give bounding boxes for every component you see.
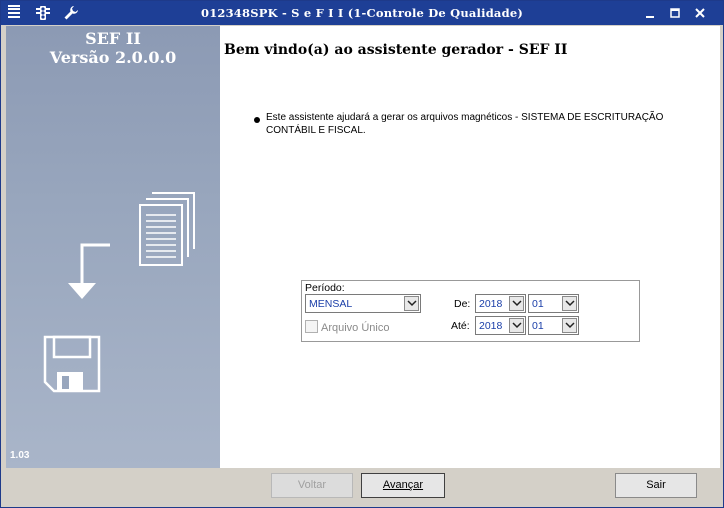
arrow-down-left-icon <box>66 243 112 304</box>
chevron-down-icon[interactable] <box>404 296 419 311</box>
from-year-value: 2018 <box>479 298 503 310</box>
to-month-value: 01 <box>532 320 544 332</box>
single-file-label: Arquivo Único <box>321 322 390 334</box>
product-version: Versão 2.0.0.0 <box>49 48 177 67</box>
single-file-checkbox[interactable] <box>305 320 318 333</box>
to-year-select[interactable]: 2018 <box>475 316 526 335</box>
to-month-select[interactable]: 01 <box>528 316 579 335</box>
period-type-select[interactable]: MENSAL <box>305 294 421 313</box>
from-month-select[interactable]: 01 <box>528 294 579 313</box>
chevron-down-icon[interactable] <box>509 296 524 311</box>
next-button-label: Avançar <box>382 479 424 491</box>
to-year-value: 2018 <box>479 320 503 332</box>
next-button[interactable]: Avançar <box>361 473 445 498</box>
period-label: Período: <box>305 282 345 294</box>
build-number: 1.03 <box>10 450 30 461</box>
window-title: 012348SPK - S e F I I (1-Controle De Qua… <box>201 6 523 20</box>
product-name: SEF II <box>85 29 141 48</box>
period-type-value: MENSAL <box>309 298 353 310</box>
floppy-disk-icon <box>42 334 102 397</box>
minimize-icon[interactable] <box>642 5 658 21</box>
from-year-select[interactable]: 2018 <box>475 294 526 313</box>
description-text: Este assistente ajudará a gerar os arqui… <box>266 112 664 136</box>
chevron-down-icon[interactable] <box>562 318 577 333</box>
page-title: Bem vindo(a) ao assistente gerador - SEF… <box>224 42 568 58</box>
maximize-icon[interactable] <box>667 5 683 21</box>
exit-button[interactable]: Sair <box>615 473 697 498</box>
title-bar: 012348SPK - S e F I I (1-Controle De Qua… <box>1 1 723 25</box>
documents-icon <box>136 191 198 270</box>
period-group: Período: MENSAL Arquivo Único De: 2018 0… <box>301 280 640 342</box>
content-panel: Bem vindo(a) ao assistente gerador - SEF… <box>220 26 720 468</box>
from-label: De: <box>454 298 471 310</box>
to-label: Até: <box>451 320 470 332</box>
from-month-value: 01 <box>532 298 544 310</box>
bullet-icon <box>254 117 260 123</box>
side-banner: SEF II Versão 2.0.0.0 1.03 <box>6 26 220 468</box>
back-button[interactable]: Voltar <box>271 473 353 498</box>
chevron-down-icon[interactable] <box>509 318 524 333</box>
chevron-down-icon[interactable] <box>562 296 577 311</box>
close-icon[interactable] <box>692 5 708 21</box>
wizard-window: 012348SPK - S e F I I (1-Controle De Qua… <box>0 0 724 508</box>
